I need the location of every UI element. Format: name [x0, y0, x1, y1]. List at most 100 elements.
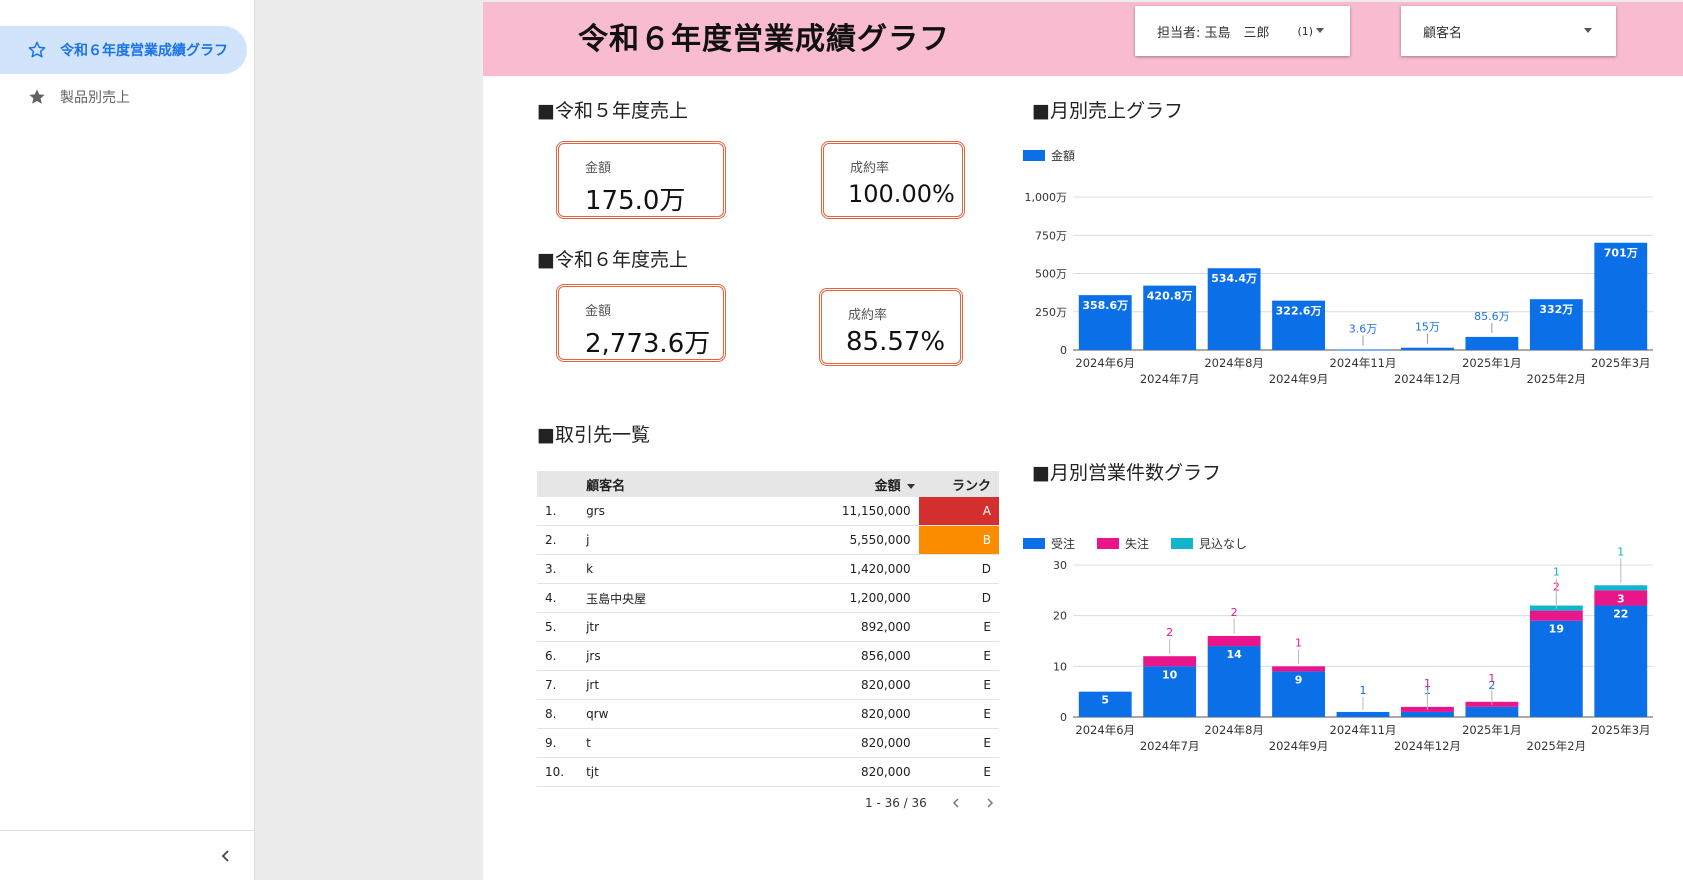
- cell-customer: j: [586, 533, 590, 547]
- section-title-r6: ■令和６年度売上: [537, 249, 688, 271]
- x-tick-label: 2024年7月: [1140, 372, 1200, 386]
- monthly-sales-chart: 金額 0 250万 500万 750万 1,000万 2024年6月 2024年7月 2024年…: [1023, 148, 1653, 386]
- row-index: 7.: [545, 678, 557, 692]
- kpi-value: 2,773.6万: [585, 329, 711, 359]
- kpi-label: 成約率: [848, 308, 888, 323]
- table-pager: 1 - 36 / 36: [865, 792, 1001, 814]
- monthly-count-chart: 受注 失注 見込なし 0 10 20 30 2024年6月 2024年7月 2024年8月 2024…: [1023, 536, 1653, 753]
- data-label: 19: [1549, 623, 1564, 636]
- cell-rank: B: [918, 526, 999, 554]
- data-label: 1: [1360, 684, 1367, 697]
- table-row[interactable]: 8. qrw 820,000 E: [537, 700, 999, 729]
- cell-customer: jrt: [586, 678, 600, 692]
- x-tick-label: 2025年1月: [1462, 723, 1522, 737]
- cell-amount: 856,000: [861, 649, 911, 663]
- bar: [1401, 711, 1454, 717]
- table-row[interactable]: 4. 玉島中央屋 1,200,000 D: [537, 584, 999, 613]
- cell-rank: D: [981, 591, 991, 605]
- x-tick-label: 2024年9月: [1269, 739, 1329, 753]
- report-canvas: 令和６年度営業成績グラフ 担当者: 玉島 三郎 (1) 顧客名 ■令和５年度売上…: [483, 2, 1683, 880]
- data-label: 534.4万: [1211, 272, 1257, 285]
- table-row[interactable]: 2. j 5,550,000 B: [537, 526, 999, 555]
- data-label: 85.6万: [1474, 310, 1510, 323]
- table-row[interactable]: 6. jrs 856,000 E: [537, 642, 999, 671]
- data-label: 5: [1101, 694, 1109, 707]
- x-tick-label: 2024年6月: [1075, 723, 1135, 737]
- cell-customer: k: [586, 562, 594, 576]
- kpi-value: 175.0万: [585, 186, 686, 216]
- y-tick-label: 750万: [1035, 229, 1067, 242]
- table-header: 顧客名 金額 ランク: [537, 471, 999, 497]
- sidebar-item-label: 製品別売上: [60, 90, 130, 106]
- y-tick-label: 0: [1060, 711, 1067, 724]
- col-header-name[interactable]: 顧客名: [586, 475, 816, 494]
- cell-amount: 11,150,000: [841, 504, 911, 518]
- table-row[interactable]: 3. k 1,420,000 D: [537, 555, 999, 584]
- x-tick-label: 2024年8月: [1204, 723, 1264, 737]
- x-tick-label: 2024年9月: [1269, 372, 1329, 386]
- star-icon: [26, 86, 48, 108]
- y-tick-label: 0: [1060, 344, 1067, 357]
- bar: [1272, 666, 1325, 672]
- clients-table: 顧客名 金額 ランク 1. grs 11,150,000 A 2. j 5,550,000 B…: [537, 471, 999, 787]
- cell-amount: 820,000: [861, 678, 911, 692]
- x-tick-label: 2024年12月: [1394, 739, 1461, 753]
- row-index: 2.: [545, 533, 557, 547]
- cell-customer: jtr: [586, 620, 600, 634]
- sidebar-footer: [0, 830, 255, 880]
- data-label: 332万: [1539, 303, 1573, 316]
- data-label: 1: [1488, 672, 1495, 685]
- kpi-value: 100.00%: [848, 180, 955, 208]
- legend-swatch: [1097, 538, 1119, 549]
- data-label: 22: [1613, 608, 1628, 621]
- y-tick-label: 1,000万: [1025, 191, 1068, 204]
- cell-amount: 820,000: [861, 707, 911, 721]
- kpi-r6-amount: 金額 2,773.6万: [556, 284, 726, 362]
- bar: [1594, 585, 1648, 591]
- sidebar-item-sales-graph[interactable]: 令和６年度営業成績グラフ: [0, 26, 247, 74]
- section-title-monthly-sales: ■月別売上グラフ: [1032, 100, 1183, 122]
- staff-filter-count: (1): [1297, 24, 1314, 38]
- header-band: 令和６年度営業成績グラフ 担当者: 玉島 三郎 (1) 顧客名: [483, 2, 1683, 76]
- cell-rank: E: [983, 765, 991, 779]
- staff-filter[interactable]: 担当者: 玉島 三郎 (1): [1135, 6, 1350, 56]
- cell-rank: E: [983, 620, 991, 634]
- col-header-rank[interactable]: ランク: [919, 471, 999, 497]
- table-row[interactable]: 7. jrt 820,000 E: [537, 671, 999, 700]
- x-tick-label: 2024年6月: [1075, 356, 1135, 370]
- data-label: 3: [1617, 592, 1625, 605]
- table-row[interactable]: 1. grs 11,150,000 A: [537, 497, 999, 526]
- bar: [1143, 656, 1197, 667]
- cell-customer: 玉島中央屋: [586, 591, 647, 606]
- customer-filter[interactable]: 顧客名: [1401, 6, 1616, 56]
- cell-rank: D: [981, 562, 991, 576]
- page-title: 令和６年度営業成績グラフ: [578, 22, 950, 57]
- section-title-clients: ■取引先一覧: [537, 424, 650, 446]
- bar: [1336, 711, 1390, 717]
- cell-rank: E: [983, 649, 991, 663]
- data-label: 2: [1166, 626, 1173, 639]
- kpi-label: 成約率: [850, 161, 890, 176]
- row-index: 6.: [545, 649, 557, 663]
- chevron-left-icon[interactable]: [215, 845, 237, 867]
- bar: [1594, 605, 1648, 717]
- table-row[interactable]: 5. jtr 892,000 E: [537, 613, 999, 642]
- data-label: 2: [1231, 606, 1238, 619]
- y-tick-label: 30: [1053, 559, 1067, 572]
- kpi-r5-amount: 金額 175.0万: [556, 141, 726, 219]
- section-title-monthly-count: ■月別営業件数グラフ: [1032, 462, 1221, 484]
- x-tick-label: 2025年2月: [1527, 739, 1587, 753]
- row-index: 4.: [545, 591, 557, 605]
- table-row[interactable]: 9. t 820,000 E: [537, 729, 999, 758]
- table-row[interactable]: 10. tjt 820,000 E: [537, 758, 999, 787]
- chevron-left-icon[interactable]: [945, 792, 967, 814]
- chevron-right-icon[interactable]: [979, 792, 1001, 814]
- sidebar-item-product-sales[interactable]: 製品別売上: [0, 73, 247, 121]
- pager-range: 1 - 36 / 36: [865, 796, 927, 810]
- x-tick-label: 2024年7月: [1140, 739, 1200, 753]
- cell-customer: tjt: [586, 765, 599, 779]
- data-label: 701万: [1604, 247, 1638, 260]
- cell-customer: t: [586, 736, 591, 750]
- y-tick-label: 500万: [1035, 268, 1067, 281]
- col-header-amount[interactable]: 金額: [816, 475, 919, 494]
